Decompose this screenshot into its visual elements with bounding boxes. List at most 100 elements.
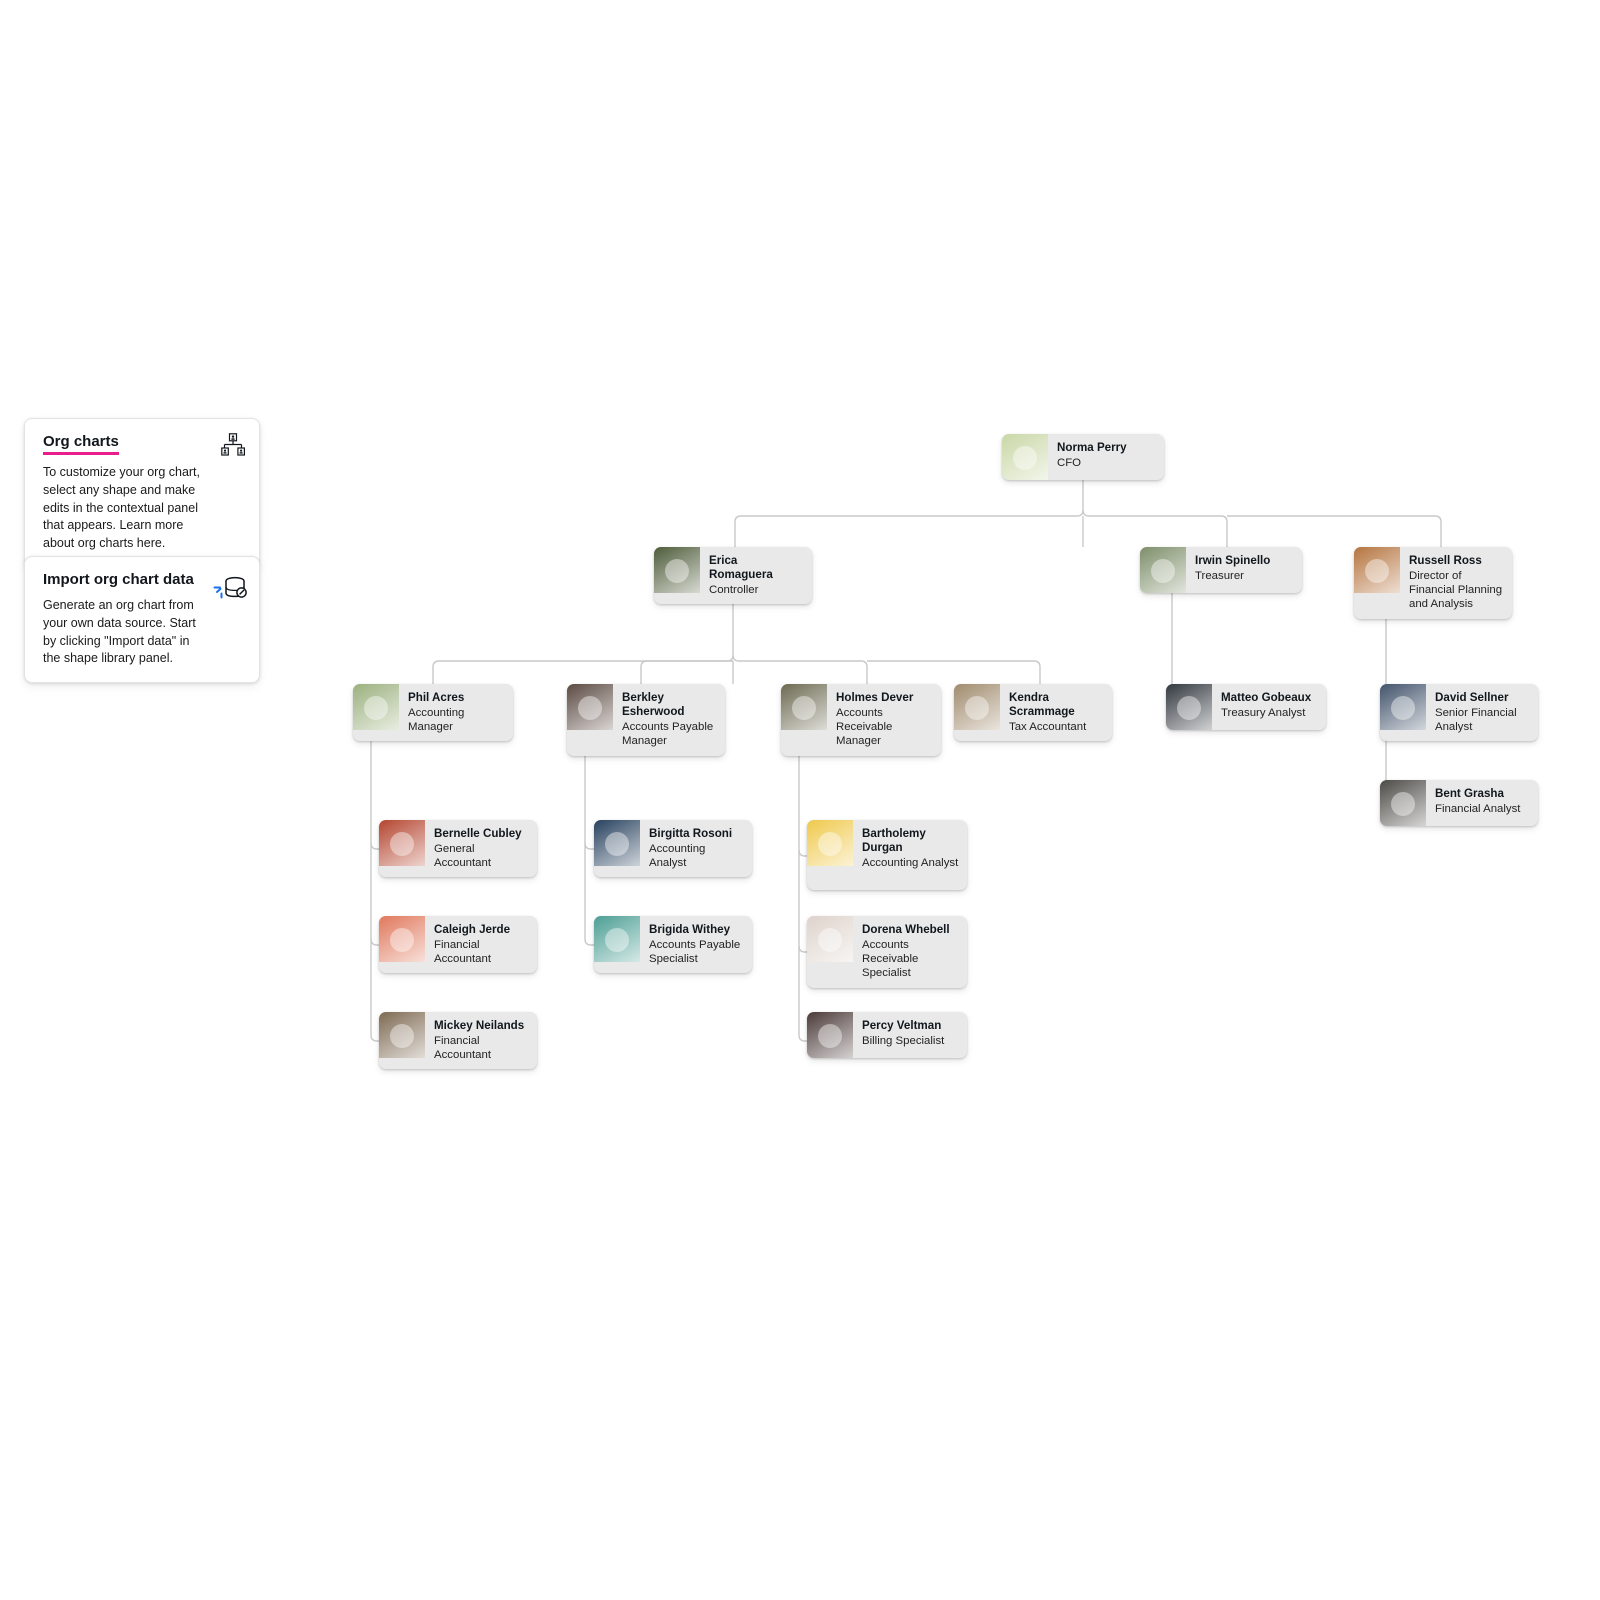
org-node-caleigh[interactable]: Caleigh Jerde Financial Accountant (379, 916, 537, 974)
avatar (1354, 547, 1400, 593)
avatar-face (1013, 446, 1037, 470)
org-node-meta: Caleigh Jerde Financial Accountant (425, 916, 537, 973)
org-node-kendra[interactable]: Kendra Scrammage Tax Accountant (954, 684, 1112, 742)
org-node-name: Irwin Spinello (1195, 554, 1271, 567)
org-node-title: Director of Financial Planning and Analy… (1409, 570, 1503, 611)
avatar-face (1391, 792, 1415, 816)
org-node-berkley[interactable]: Berkley Esherwood Accounts Payable Manage… (567, 684, 725, 756)
org-node-phil[interactable]: Phil Acres Accounting Manager (353, 684, 513, 742)
org-node-percy[interactable]: Percy Veltman Billing Specialist (807, 1012, 967, 1058)
connector-lines (370, 480, 1442, 1042)
org-node-norma[interactable]: Norma Perry CFO (1002, 434, 1164, 480)
avatar (1380, 780, 1426, 826)
org-node-meta: Berkley Esherwood Accounts Payable Manage… (613, 684, 725, 756)
avatar (1166, 684, 1212, 730)
info-panel-org-charts[interactable]: Org charts To customize your org chart, s… (24, 418, 260, 568)
avatar (594, 820, 640, 866)
org-chart-icon (221, 433, 245, 464)
avatar (781, 684, 827, 730)
info-panel-body: To customize your org chart, select any … (43, 465, 201, 550)
info-panel-title: Org charts (43, 433, 119, 455)
org-node-bent[interactable]: Bent Grasha Financial Analyst (1380, 780, 1538, 826)
avatar-face (390, 832, 414, 856)
org-node-russell[interactable]: Russell Ross Director of Financial Planni… (1354, 547, 1512, 619)
org-node-name: Mickey Neilands (434, 1019, 525, 1032)
org-node-brigida[interactable]: Brigida Withey Accounts Payable Specialis… (594, 916, 752, 974)
org-node-name: Kendra Scrammage (1009, 691, 1075, 719)
org-node-matteo[interactable]: Matteo Gobeaux Treasury Analyst (1166, 684, 1326, 730)
org-node-dorena[interactable]: Dorena Whebell Accounts Receivable Specia… (807, 916, 967, 988)
avatar-face (1151, 559, 1175, 583)
avatar-face (578, 696, 602, 720)
org-node-name: Birgitta Rosoni (649, 827, 733, 840)
org-node-title: Accounting Analyst (862, 857, 959, 870)
org-node-name: David Sellner (1435, 691, 1509, 704)
avatar-face (390, 1024, 414, 1048)
org-node-meta: Dorena Whebell Accounts Receivable Specia… (853, 916, 967, 988)
org-chart-icon (221, 433, 245, 456)
org-node-meta: Erica Romaguera Controller (700, 547, 812, 604)
org-node-david[interactable]: David Sellner Senior Financial Analyst (1380, 684, 1538, 742)
org-node-mickey[interactable]: Mickey Neilands Financial Accountant (379, 1012, 537, 1070)
org-node-title: General Accountant (434, 843, 491, 870)
org-node-title: Tax Accountant (1009, 721, 1087, 734)
avatar (1140, 547, 1186, 593)
org-node-title: Accounts Receivable Manager (836, 707, 893, 748)
org-node-title: Accounts Payable Manager (622, 721, 714, 748)
avatar-face (605, 928, 629, 952)
org-node-meta: Birgitta Rosoni Accounting Analyst (640, 820, 752, 877)
org-node-name: Bent Grasha (1435, 787, 1504, 800)
avatar-face (965, 696, 989, 720)
org-node-name: Bartholemy Durgan (862, 827, 926, 855)
avatar-face (1365, 559, 1389, 583)
org-node-name: Bernelle Cubley (434, 827, 522, 840)
org-node-bartholemy[interactable]: Bartholemy Durgan Accounting Analyst (807, 820, 967, 890)
info-panel-body: Generate an org chart from your own data… (43, 598, 196, 666)
org-node-birgitta[interactable]: Birgitta Rosoni Accounting Analyst (594, 820, 752, 878)
avatar (594, 916, 640, 962)
org-node-meta: Norma Perry CFO (1048, 434, 1164, 480)
org-node-title: Treasury Analyst (1221, 707, 1306, 720)
avatar (379, 1012, 425, 1058)
avatar-face (818, 1024, 842, 1048)
org-node-title: Senior Financial Analyst (1435, 707, 1517, 734)
org-node-meta: Bernelle Cubley General Accountant (425, 820, 537, 877)
avatar-face (818, 928, 842, 952)
org-node-holmes[interactable]: Holmes Dever Accounts Receivable Manager (781, 684, 941, 756)
org-chart-canvas[interactable]: Org charts To customize your org chart, s… (0, 0, 1600, 1600)
org-node-meta: Kendra Scrammage Tax Accountant (1000, 684, 1112, 741)
org-node-title: Accounts Payable Specialist (649, 939, 741, 966)
org-node-title: Accounts Receivable Specialist (862, 939, 919, 980)
org-node-meta: David Sellner Senior Financial Analyst (1426, 684, 1538, 741)
avatar-face (1177, 696, 1201, 720)
avatar-face (1391, 696, 1415, 720)
org-node-name: Norma Perry (1057, 441, 1127, 454)
org-node-title: Financial Accountant (434, 1035, 491, 1062)
org-node-name: Caleigh Jerde (434, 923, 511, 936)
avatar (807, 820, 853, 866)
info-panel-import-org-chart-data[interactable]: Import org chart data Generate an org cha… (24, 556, 260, 683)
org-node-title: Financial Accountant (434, 939, 491, 966)
org-node-erica[interactable]: Erica Romaguera Controller (654, 547, 812, 605)
org-node-meta: Brigida Withey Accounts Payable Specialis… (640, 916, 752, 973)
org-node-name: Erica Romaguera (709, 554, 773, 582)
avatar (1002, 434, 1048, 480)
org-node-meta: Mickey Neilands Financial Accountant (425, 1012, 537, 1069)
org-node-title: Treasurer (1195, 570, 1244, 583)
org-node-name: Brigida Withey (649, 923, 731, 936)
avatar-face (818, 832, 842, 856)
org-node-name: Dorena Whebell (862, 923, 950, 936)
avatar-face (390, 928, 414, 952)
avatar-face (792, 696, 816, 720)
org-node-title: Billing Specialist (862, 1035, 945, 1048)
avatar (654, 547, 700, 593)
org-node-name: Holmes Dever (836, 691, 914, 704)
org-node-irwin[interactable]: Irwin Spinello Treasurer (1140, 547, 1302, 593)
org-node-meta: Irwin Spinello Treasurer (1186, 547, 1302, 593)
org-node-title: Accounting Manager (408, 707, 465, 734)
org-node-meta: Percy Veltman Billing Specialist (853, 1012, 967, 1058)
org-node-name: Russell Ross (1409, 554, 1482, 567)
org-node-meta: Russell Ross Director of Financial Planni… (1400, 547, 1512, 619)
org-node-bernelle[interactable]: Bernelle Cubley General Accountant (379, 820, 537, 878)
avatar-face (605, 832, 629, 856)
